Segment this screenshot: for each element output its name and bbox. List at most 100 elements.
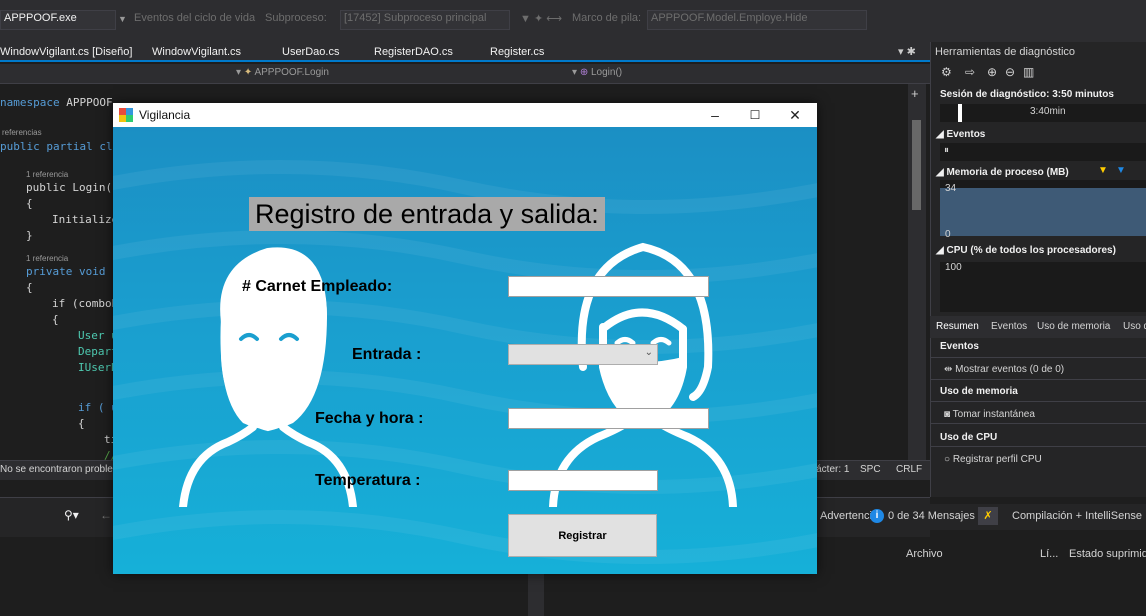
carnet-input[interactable] <box>508 276 709 297</box>
fecha-label: Fecha y hora : <box>315 410 424 427</box>
maximize-icon[interactable]: ☐ <box>735 103 775 127</box>
messages-filter[interactable]: 0 de 34 Mensajes <box>888 510 975 522</box>
close-icon[interactable]: ✕ <box>775 103 815 127</box>
build-intellisense-dropdown[interactable]: Compilación + IntelliSense <box>1012 510 1142 522</box>
filter-toggle-icon[interactable]: ✗ <box>978 507 998 525</box>
tab-userdao[interactable]: UserDao.cs <box>282 46 339 58</box>
filter-icon[interactable]: ▼ ✦ ⟷ <box>520 12 562 25</box>
column-line[interactable]: Lí... <box>1040 548 1058 560</box>
constructor-line: public Login() <box>26 181 119 194</box>
brace: { <box>26 281 33 294</box>
diagnostic-toolbar: ⚙ ⇨ ⊕ ⊖ ▥ <box>935 63 1146 83</box>
member-nav-value: Login() <box>590 67 623 78</box>
tab-registerdao[interactable]: RegisterDAO.cs <box>374 46 453 58</box>
namespace-name: APPPOOF <box>66 96 113 109</box>
tab-windowvigilant-design[interactable]: WindowVigilant.cs [Diseño] <box>0 46 132 58</box>
form-client-area: Registro de entrada y salida: # Carnet E… <box>113 127 817 574</box>
memory-max: 34 <box>945 183 957 194</box>
tab-overflow-icon[interactable]: ▾ ✱ <box>898 45 916 58</box>
male-person-illustration <box>179 247 357 507</box>
cpu-chart <box>940 262 1146 312</box>
scrollbar-thumb[interactable] <box>912 120 921 210</box>
thread-label: Subproceso: <box>265 12 327 24</box>
record-cpu-label: Registrar perfil CPU <box>952 454 1042 465</box>
entrada-label: Entrada : <box>352 346 422 363</box>
zoom-out-icon[interactable]: ⊖ <box>1005 65 1015 79</box>
lifecycle-events-button[interactable]: Eventos del ciclo de vida <box>134 12 255 24</box>
keyword-namespace: namespace <box>0 96 60 109</box>
minimize-icon[interactable]: – <box>695 103 735 127</box>
events-section[interactable]: ◢ Eventos <box>936 129 985 140</box>
app-icon <box>119 108 133 122</box>
crlf-indicator[interactable]: CRLF <box>896 464 922 475</box>
back-arrow-icon[interactable]: ← <box>100 508 112 522</box>
split-icon[interactable]: + <box>911 86 919 101</box>
brace: { <box>78 417 85 430</box>
window-titlebar[interactable]: Vigilancia – ☐ ✕ <box>113 103 817 127</box>
export-icon[interactable]: ⇨ <box>965 65 975 79</box>
cpu-label: CPU (% de todos los procesadores) <box>946 245 1116 256</box>
user-line: User u <box>78 329 118 342</box>
gc-marker-icon: ▼ <box>1116 165 1126 176</box>
vigilancia-window: Vigilancia – ☐ ✕ Registro de entrada y s… <box>113 103 817 574</box>
memory-min: 0 <box>945 229 951 240</box>
thread-value: [17452] Subproceso principal <box>344 12 487 24</box>
events-track <box>940 143 1146 161</box>
chevron-down-icon[interactable]: ▼ <box>118 14 127 24</box>
document-tabs <box>0 42 930 62</box>
form-heading: Registro de entrada y salida: <box>249 197 605 231</box>
settings-icon[interactable]: ⚙ <box>941 65 952 79</box>
tab-resumen[interactable]: Resumen <box>936 321 979 332</box>
tab-eventos[interactable]: Eventos <box>991 321 1027 332</box>
fecha-input[interactable] <box>508 408 709 429</box>
tab-uso-cpu[interactable]: Uso de CPU <box>1123 321 1146 332</box>
brace: { <box>26 197 33 210</box>
snapshot-button[interactable]: ◙ Tomar instantánea <box>944 409 1035 420</box>
cpu-max: 100 <box>945 262 962 273</box>
timeline-tick: 3:40min <box>1030 106 1066 117</box>
timeline-cursor[interactable] <box>958 104 962 122</box>
search-icon[interactable]: ⚲▾ <box>64 508 79 522</box>
tab-windowvigilant-cs[interactable]: WindowVigilant.cs <box>152 46 241 58</box>
brace: { <box>52 313 59 326</box>
registrar-button[interactable]: Registrar <box>508 514 657 557</box>
section-events-title: Eventos <box>940 341 979 352</box>
iuser-line: IUserD <box>78 361 118 374</box>
reset-zoom-icon[interactable]: ▥ <box>1023 65 1034 79</box>
snapshot-marker-icon: ▼ <box>1098 165 1108 176</box>
column-suppressed[interactable]: Estado suprimido <box>1069 548 1146 560</box>
brace: } <box>26 229 33 242</box>
chevron-down-icon[interactable]: ⌄ <box>645 347 653 358</box>
show-events-label: Mostrar eventos (0 de 0) <box>955 364 1065 375</box>
pause-icon[interactable]: ⏸ <box>944 145 949 156</box>
diagnostic-panel-title: Herramientas de diagnóstico <box>935 46 1076 58</box>
depart-line: Depart <box>78 345 118 358</box>
memory-area <box>940 188 1146 232</box>
section-memory-title: Uso de memoria <box>940 386 1018 397</box>
column-file[interactable]: Archivo <box>906 548 943 560</box>
temperatura-label: Temperatura : <box>315 472 421 489</box>
session-duration: Sesión de diagnóstico: 3:50 minutos <box>940 89 1114 100</box>
stack-frame-value: APPPOOF.Model.Employe.Hide <box>651 12 808 24</box>
cpu-section[interactable]: ◢ CPU (% de todos los procesadores) <box>936 245 1116 256</box>
snapshot-label: Tomar instantánea <box>952 409 1035 420</box>
entrada-select[interactable]: ⌄ <box>508 344 658 365</box>
codelens-references[interactable]: referencias <box>2 128 42 137</box>
info-icon: i <box>870 509 884 523</box>
class-nav-dropdown[interactable]: ▾ ✦ APPPOOF.Login <box>236 67 329 78</box>
spc-indicator[interactable]: SPC <box>860 464 881 475</box>
member-nav-dropdown[interactable]: ▾ ⊕ Login() <box>572 67 622 78</box>
memory-section[interactable]: ◢ Memoria de proceso (MB) <box>936 167 1069 178</box>
tab-uso-memoria[interactable]: Uso de memoria <box>1037 321 1110 332</box>
tab-register[interactable]: Register.cs <box>490 46 544 58</box>
class-nav-value: APPPOOF.Login <box>254 67 329 78</box>
navigation-bar <box>0 64 930 84</box>
codelens-reference[interactable]: 1 referencia <box>26 170 68 179</box>
record-cpu-button[interactable]: ○ Registrar perfil CPU <box>944 454 1042 465</box>
stack-frame-label: Marco de pila: <box>572 12 642 24</box>
codelens-reference[interactable]: 1 referencia <box>26 254 68 263</box>
zoom-in-icon[interactable]: ⊕ <box>987 65 997 79</box>
carnet-label: # Carnet Empleado: <box>242 278 393 295</box>
show-events-link[interactable]: ⇹ Mostrar eventos (0 de 0) <box>944 364 1064 375</box>
temperatura-input[interactable] <box>508 470 658 491</box>
